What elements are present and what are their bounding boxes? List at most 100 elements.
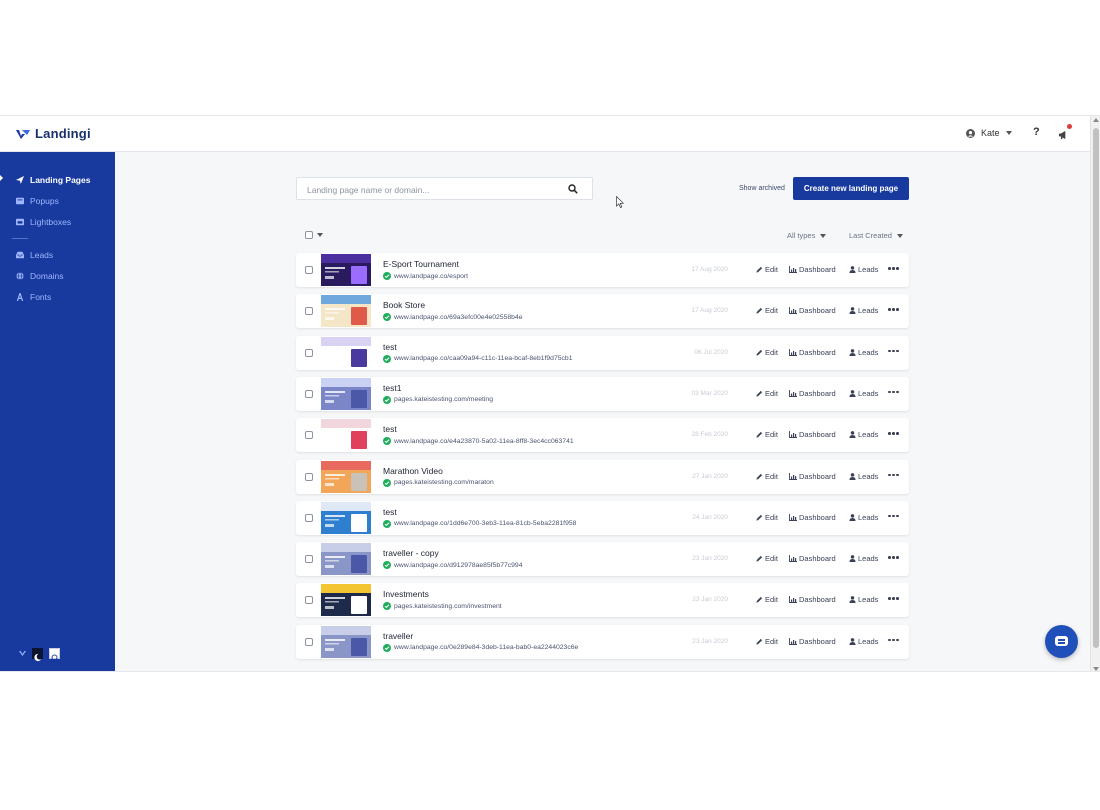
page-thumbnail[interactable] [321, 543, 371, 576]
page-url-text[interactable]: www.landpage.co/caa09a94-c11c-11ea-bcaf-… [394, 355, 572, 362]
edit-button[interactable]: Edit [756, 389, 778, 398]
page-thumbnail[interactable] [321, 377, 371, 410]
page-name[interactable]: Book Store [383, 300, 425, 310]
table-row[interactable]: Book Store www.landpage.co/69a3efc00e4e0… [296, 294, 909, 329]
page-name[interactable]: test [383, 424, 397, 434]
edit-button[interactable]: Edit [756, 265, 778, 274]
dashboard-button[interactable]: Dashboard [789, 637, 836, 646]
edit-button[interactable]: Edit [756, 430, 778, 439]
leads-button[interactable]: Leads [849, 306, 878, 315]
dashboard-button[interactable]: Dashboard [789, 595, 836, 604]
help-button[interactable]: ? [1033, 126, 1040, 138]
dashboard-button[interactable]: Dashboard [789, 306, 836, 315]
page-name[interactable]: Marathon Video [383, 466, 443, 476]
page-url-text[interactable]: pages.kateistesting.com/maraton [394, 479, 494, 486]
page-name[interactable]: traveller - copy [383, 548, 439, 558]
leads-button[interactable]: Leads [849, 554, 878, 563]
more-options-icon[interactable] [888, 638, 899, 642]
more-options-icon[interactable] [888, 514, 899, 518]
dashboard-button[interactable]: Dashboard [789, 348, 836, 357]
row-checkbox[interactable] [305, 513, 313, 522]
page-url[interactable]: www.landpage.co/e4a23870-5a02-11ea-8ff8-… [383, 437, 574, 446]
logo[interactable]: Landingi [16, 126, 91, 141]
more-options-icon[interactable] [888, 390, 899, 394]
more-options-icon[interactable] [888, 267, 899, 270]
leads-button[interactable]: Leads [849, 265, 878, 274]
page-thumbnail[interactable] [321, 460, 371, 493]
row-checkbox[interactable] [305, 555, 313, 564]
leads-button[interactable]: Leads [849, 637, 878, 646]
dashboard-button[interactable]: Dashboard [789, 513, 836, 522]
page-url[interactable]: www.landpage.co/esport [383, 272, 468, 280]
page-url-text[interactable]: www.landpage.co/esport [394, 273, 468, 280]
sidebar-item-lightboxes[interactable]: Lightboxes [16, 215, 71, 229]
notifications-button[interactable] [1058, 124, 1072, 140]
edit-button[interactable]: Edit [756, 348, 778, 357]
page-thumbnail[interactable] [321, 501, 371, 534]
dashboard-button[interactable]: Dashboard [789, 472, 836, 481]
sort-dropdown[interactable]: Last Created [849, 231, 903, 240]
scrollbar[interactable] [1090, 116, 1100, 671]
sidebar-item-popups[interactable]: Popups [16, 194, 59, 208]
scroll-down-arrow-icon[interactable] [1093, 667, 1099, 671]
table-row[interactable]: test1 pages.kateistesting.com/meeting 03… [296, 376, 909, 411]
sidebar-item-landing-pages[interactable]: Landing Pages [16, 173, 90, 187]
row-checkbox[interactable] [305, 637, 313, 646]
page-url-text[interactable]: pages.kateistesting.com/investment [394, 603, 502, 610]
create-landing-page-button[interactable]: Create new landing page [793, 177, 909, 200]
table-row[interactable]: Marathon Video pages.kateistesting.com/m… [296, 459, 909, 494]
page-thumbnail[interactable] [321, 295, 371, 328]
table-row[interactable]: test www.landpage.co/1dd6e700-3eb3-11ea-… [296, 500, 909, 535]
scroll-up-arrow-icon[interactable] [1093, 118, 1099, 122]
leads-button[interactable]: Leads [849, 472, 878, 481]
row-checkbox[interactable] [305, 472, 313, 481]
page-url[interactable]: www.landpage.co/d912978ae85f5b77c994 [383, 561, 523, 570]
page-thumbnail[interactable] [321, 336, 371, 369]
page-url[interactable]: www.landpage.co/1dd6e700-3eb3-11ea-81cb-… [383, 519, 576, 528]
select-all-checkbox[interactable] [305, 231, 313, 239]
search-input[interactable] [307, 183, 557, 196]
leads-button[interactable]: Leads [849, 348, 878, 357]
table-row[interactable]: test www.landpage.co/caa09a94-c11c-11ea-… [296, 335, 909, 370]
edit-button[interactable]: Edit [756, 595, 778, 604]
scrollbar-thumb[interactable] [1093, 128, 1099, 648]
page-thumbnail[interactable] [321, 625, 371, 658]
edit-button[interactable]: Edit [756, 306, 778, 315]
chevron-down-icon[interactable] [317, 233, 323, 237]
dashboard-button[interactable]: Dashboard [789, 265, 836, 274]
edit-button[interactable]: Edit [756, 637, 778, 646]
page-name[interactable]: test [383, 342, 397, 352]
page-url-text[interactable]: www.landpage.co/e4a23870-5a02-11ea-8ff8-… [394, 438, 574, 445]
more-options-icon[interactable] [888, 597, 899, 600]
more-options-icon[interactable] [888, 308, 899, 311]
page-thumbnail[interactable] [321, 584, 371, 617]
row-checkbox[interactable] [305, 266, 313, 274]
page-url[interactable]: pages.kateistesting.com/investment [383, 602, 502, 611]
leads-button[interactable]: Leads [849, 389, 878, 398]
type-filter-dropdown[interactable]: All types [787, 231, 827, 240]
more-options-icon[interactable] [888, 432, 899, 435]
dark-theme-toggle[interactable] [32, 648, 43, 662]
table-row[interactable]: Investments pages.kateistesting.com/inve… [296, 583, 909, 618]
row-checkbox[interactable] [305, 596, 313, 605]
page-url[interactable]: www.landpage.co/caa09a94-c11c-11ea-bcaf-… [383, 354, 572, 363]
user-menu[interactable]: Kate [966, 128, 1012, 138]
sidebar-item-fonts[interactable]: Fonts [16, 290, 51, 304]
chat-widget-button[interactable] [1045, 625, 1078, 658]
page-url-text[interactable]: www.landpage.co/0e289e84-3deb-11ea-bab0-… [394, 644, 578, 651]
page-name[interactable]: test1 [383, 383, 401, 393]
page-url-text[interactable]: www.landpage.co/69a3efc00e4e02558b4e [394, 314, 523, 321]
collapse-chevron-icon[interactable] [19, 650, 26, 657]
page-thumbnail[interactable] [321, 419, 371, 452]
row-checkbox[interactable] [305, 307, 313, 316]
edit-button[interactable]: Edit [756, 513, 778, 522]
page-thumbnail[interactable] [321, 254, 371, 286]
show-archived-link[interactable]: Show archived [739, 185, 785, 192]
row-checkbox[interactable] [305, 389, 313, 398]
table-row[interactable]: test www.landpage.co/e4a23870-5a02-11ea-… [296, 418, 909, 453]
table-row[interactable]: E-Sport Tournament www.landpage.co/espor… [296, 253, 909, 287]
more-options-icon[interactable] [888, 349, 899, 353]
more-options-icon[interactable] [888, 473, 899, 476]
dashboard-button[interactable]: Dashboard [789, 554, 836, 563]
table-row[interactable]: traveller www.landpage.co/0e289e84-3deb-… [296, 624, 909, 659]
